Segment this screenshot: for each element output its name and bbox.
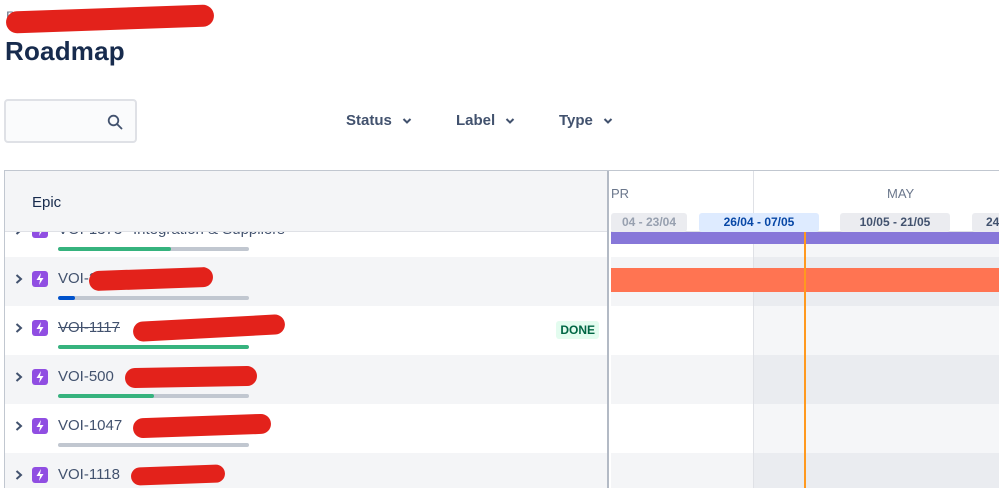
- lightning-icon: [32, 369, 48, 385]
- filter-status-button[interactable]: Status: [346, 112, 412, 129]
- redaction-mark: [5, 4, 215, 34]
- filter-type-label: Type: [559, 112, 593, 129]
- epic-progress-bar: [58, 296, 249, 300]
- epic-progress-bar: [58, 345, 249, 349]
- epic-list-panel: VOI-1373 Integration & Suppliers VOI-2 V…: [5, 171, 609, 488]
- filter-type-button[interactable]: Type: [559, 112, 613, 129]
- chevron-down-icon: [402, 117, 412, 124]
- chevron-right-icon[interactable]: [13, 419, 25, 433]
- redaction-mark: [132, 413, 272, 439]
- lightning-icon: [32, 418, 48, 434]
- epic-key[interactable]: VOI-1117: [58, 319, 120, 336]
- epic-row[interactable]: VOI-500: [5, 355, 607, 404]
- epic-key[interactable]: VOI-500: [58, 368, 114, 385]
- redaction-mark: [88, 266, 214, 292]
- epic-progress-bar: [58, 247, 249, 251]
- epic-progress-bar: [58, 443, 249, 447]
- epic-key[interactable]: VOI-1047: [58, 417, 122, 434]
- month-label: MAY: [887, 186, 915, 201]
- chevron-right-icon[interactable]: [13, 321, 25, 335]
- epic-row[interactable]: VOI-1117 DONE: [5, 306, 607, 355]
- epic-row[interactable]: VOI-1047: [5, 404, 607, 453]
- chevron-right-icon[interactable]: [13, 370, 25, 384]
- search-input[interactable]: [4, 99, 137, 143]
- lightning-icon: [32, 467, 48, 483]
- lightning-icon: [32, 271, 48, 287]
- epic-progress-fill: [58, 345, 249, 349]
- timeline-panel: PR MAY 04 - 23/04 26/04 - 07/05 10/05 - …: [611, 171, 999, 488]
- epic-progress-fill: [58, 394, 154, 398]
- filter-status-label: Status: [346, 112, 392, 129]
- epic-key[interactable]: VOI-1118: [58, 466, 120, 483]
- sprint-label[interactable]: 04 - 23/04: [611, 213, 687, 232]
- today-marker: [804, 232, 806, 488]
- chevron-right-icon[interactable]: [13, 272, 25, 286]
- lightning-icon: [32, 320, 48, 336]
- chevron-down-icon: [505, 117, 515, 124]
- filter-label-label: Label: [456, 112, 496, 129]
- page-title: Roadmap: [5, 36, 125, 66]
- chevron-down-icon: [603, 117, 613, 124]
- redaction-mark: [130, 464, 226, 486]
- roadmap-grid: VOI-1373 Integration & Suppliers VOI-2 V…: [4, 170, 999, 488]
- month-label: PR: [611, 186, 630, 201]
- epic-header-label: Epic: [32, 194, 62, 211]
- chevron-right-icon[interactable]: [13, 468, 25, 482]
- sprint-label[interactable]: 24/: [972, 213, 999, 232]
- epic-row[interactable]: VOI-1118: [5, 453, 607, 488]
- epic-row[interactable]: VOI-2: [5, 257, 607, 306]
- redaction-mark: [132, 314, 286, 342]
- filter-label-button[interactable]: Label: [456, 112, 515, 129]
- epic-progress-fill: [58, 296, 76, 300]
- search-icon: [107, 114, 123, 130]
- epic-column-header: Epic: [5, 171, 607, 232]
- timeline-header: PR MAY 04 - 23/04 26/04 - 07/05 10/05 - …: [611, 171, 999, 232]
- epic-progress-fill: [58, 247, 171, 251]
- sprint-label[interactable]: 10/05 - 21/05: [840, 213, 950, 232]
- epic-progress-bar: [58, 394, 249, 398]
- status-badge: DONE: [556, 321, 599, 339]
- sprint-label[interactable]: 26/04 - 07/05: [699, 213, 819, 232]
- redaction-mark: [124, 365, 258, 389]
